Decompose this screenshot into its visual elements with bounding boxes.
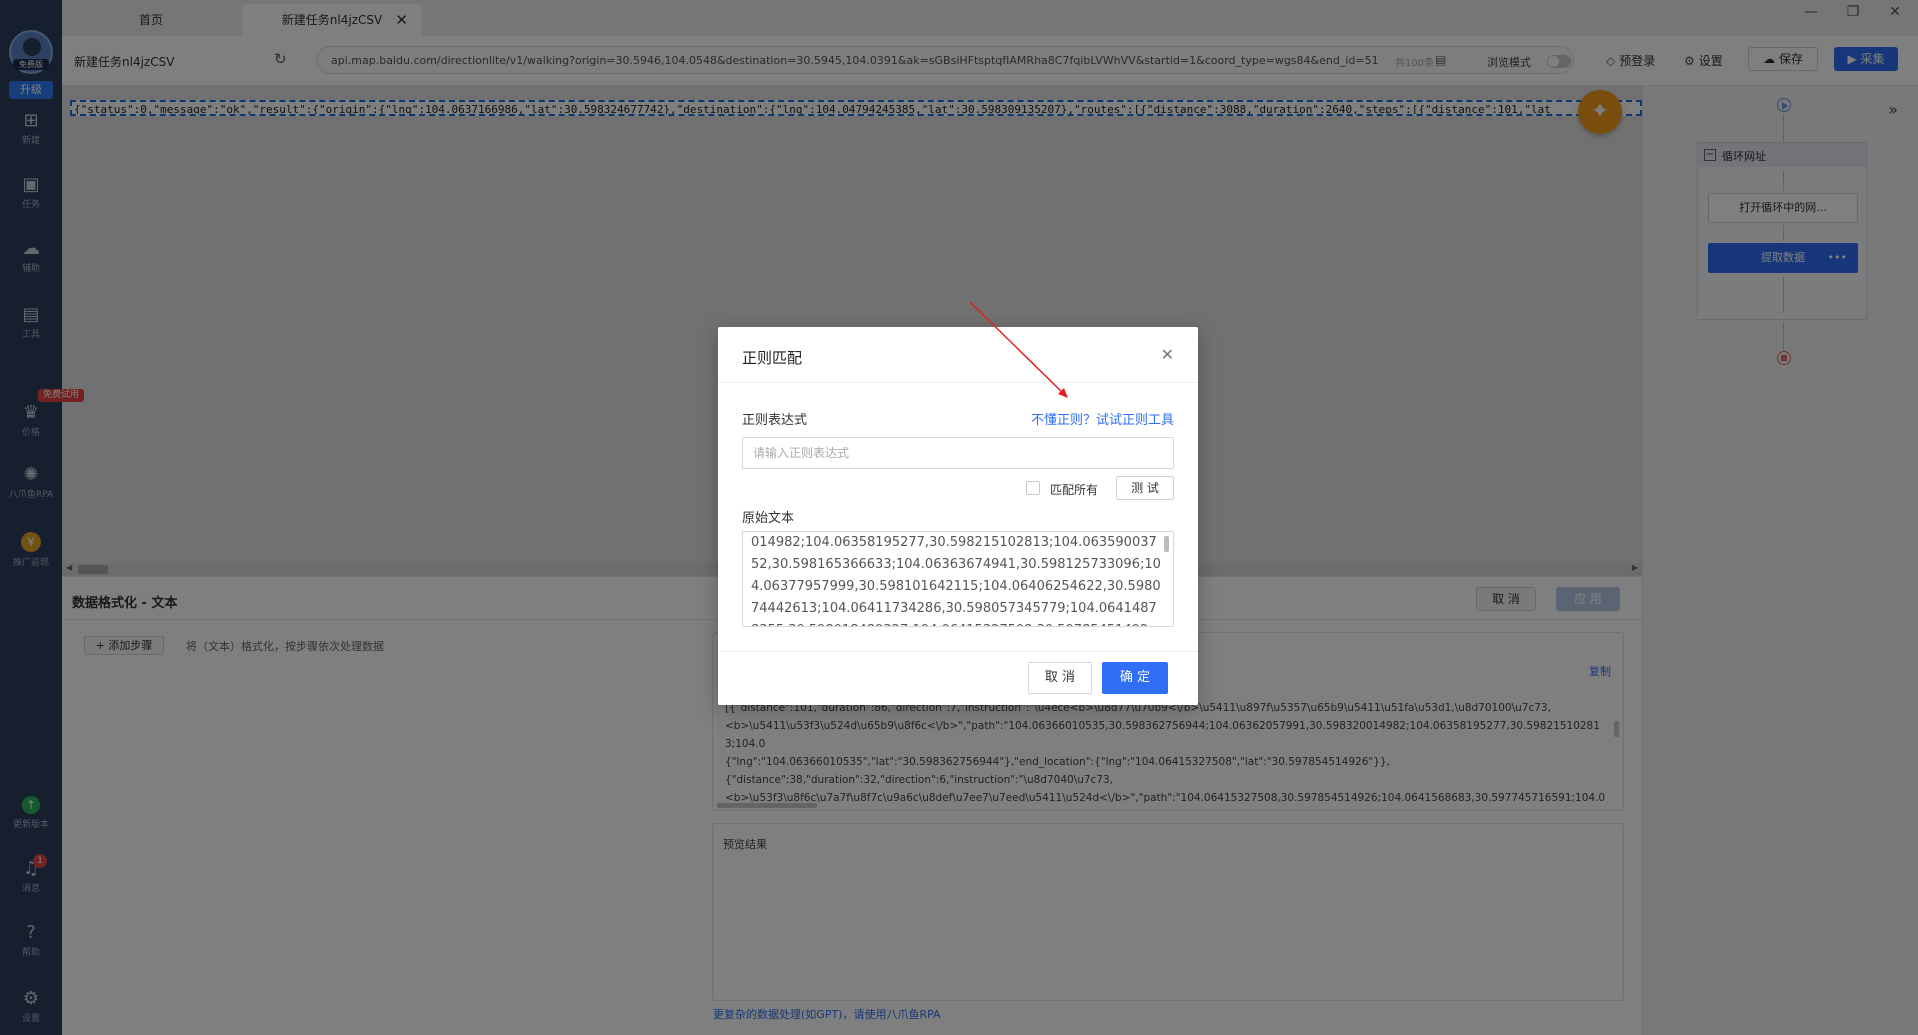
regex-label: 正则表达式 [742,413,808,428]
close-icon[interactable]: ✕ [1161,345,1174,364]
match-all-label[interactable]: 匹配所有 [1050,481,1098,498]
divider [718,651,1198,652]
match-all-checkbox[interactable] [1026,481,1040,495]
raw-text-area[interactable]: 014982;104.06358195277,30.598215102813;1… [742,531,1174,627]
regex-match-dialog: 正则匹配 ✕ 正则表达式 不懂正则？试试正则工具 匹配所有 测 试 原始文本 0… [718,327,1198,705]
test-button[interactable]: 测 试 [1116,476,1174,500]
raw-text-label: 原始文本 [742,511,795,526]
cancel-button[interactable]: 取 消 [1028,662,1092,694]
regex-input[interactable] [742,437,1174,469]
annotation-arrow [969,301,1068,398]
dialog-title: 正则匹配 [742,349,803,367]
raw-text-scrollbar[interactable] [1164,536,1169,552]
confirm-button[interactable]: 确 定 [1102,662,1168,694]
divider [718,382,1198,383]
regex-tool-link[interactable]: 不懂正则？试试正则工具 [1031,409,1174,428]
raw-text: 014982;104.06358195277,30.598215102813;1… [751,535,1161,626]
